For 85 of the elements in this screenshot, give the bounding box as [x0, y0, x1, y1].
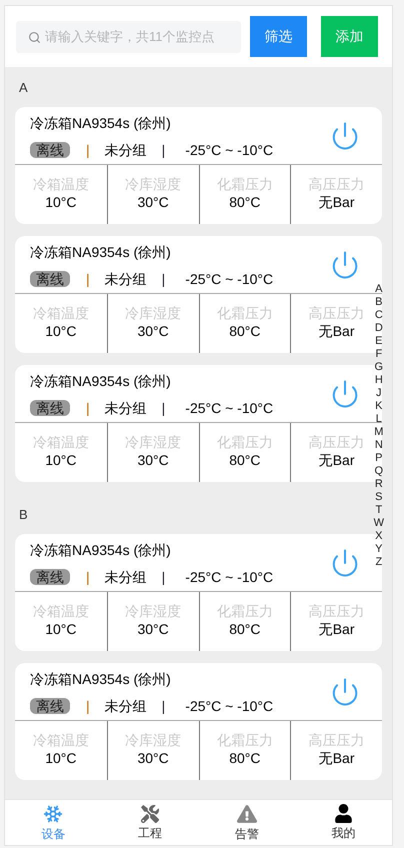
device-name: 冷冻箱NA9354s (徐州): [30, 541, 172, 560]
separator-mark: |: [86, 141, 90, 159]
index-letter[interactable]: H: [374, 374, 383, 387]
section-letter: A: [19, 79, 28, 98]
temperature-range: -25°C ~ -10°C: [185, 568, 274, 586]
metric-value: 10°C: [45, 749, 77, 767]
status-badge: 离线: [30, 400, 70, 416]
separator-mark: |: [162, 568, 166, 586]
snowflake-icon: [43, 804, 64, 824]
power-icon[interactable]: [330, 676, 360, 706]
index-letter[interactable]: P: [375, 452, 382, 465]
status-badge: 离线: [30, 569, 70, 585]
separator-mark: |: [86, 399, 90, 417]
user-icon: [334, 804, 354, 823]
index-letter[interactable]: W: [374, 517, 384, 530]
power-icon[interactable]: [330, 378, 360, 408]
separator-mark: |: [162, 697, 166, 715]
metric-value: 80°C: [229, 749, 261, 767]
power-icon[interactable]: [330, 548, 360, 578]
index-letter[interactable]: T: [375, 504, 382, 517]
metric-value: 30°C: [137, 451, 169, 469]
metric-value: 80°C: [229, 193, 261, 211]
metric-value: 无Bar: [318, 749, 355, 767]
index-letter[interactable]: E: [375, 335, 382, 348]
separator-mark: |: [86, 697, 90, 715]
search-field[interactable]: 请输入关键字，共11个监控点: [16, 20, 241, 52]
device-name: 冷冻箱NA9354s (徐州): [30, 670, 172, 689]
index-letter[interactable]: Z: [375, 556, 382, 569]
group-label: 未分组: [104, 399, 147, 417]
metric-value: 无Bar: [318, 193, 355, 211]
index-letter[interactable]: K: [375, 400, 382, 413]
nav-tab[interactable]: 我的: [295, 800, 392, 845]
index-letter[interactable]: B: [375, 296, 382, 309]
device-name: 冷冻箱NA9354s (徐州): [30, 372, 172, 391]
separator-mark: |: [162, 270, 166, 288]
temperature-range: -25°C ~ -10°C: [185, 270, 274, 288]
filter-button[interactable]: 筛选: [250, 16, 307, 57]
index-letter[interactable]: J: [376, 387, 382, 400]
group-label: 未分组: [104, 270, 147, 288]
group-label: 未分组: [104, 697, 147, 715]
group-label: 未分组: [104, 568, 147, 586]
metric-value: 10°C: [45, 451, 77, 469]
device-name: 冷冻箱NA9354s (徐州): [30, 243, 172, 262]
index-letter[interactable]: A: [375, 283, 382, 296]
separator-mark: |: [162, 141, 166, 159]
status-badge: 离线: [30, 698, 70, 714]
section-letter: B: [19, 506, 28, 524]
metric-value: 30°C: [137, 749, 169, 767]
search-icon: [28, 30, 41, 44]
metric-value: 10°C: [45, 620, 77, 638]
separator-mark: |: [162, 399, 166, 417]
metric-value: 30°C: [137, 193, 169, 211]
temperature-range: -25°C ~ -10°C: [185, 697, 274, 715]
metric-value: 10°C: [45, 193, 77, 211]
nav-tab[interactable]: 工程: [102, 800, 198, 845]
group-label: 未分组: [104, 141, 147, 159]
temperature-range: -25°C ~ -10°C: [185, 141, 274, 159]
separator-mark: |: [86, 270, 90, 288]
index-letter[interactable]: C: [374, 309, 383, 322]
index-letter[interactable]: M: [374, 426, 384, 439]
index-letter[interactable]: N: [374, 439, 383, 452]
status-badge: 离线: [30, 142, 70, 158]
warning-icon: [236, 804, 257, 824]
metric-value: 10°C: [45, 322, 77, 340]
index-letter[interactable]: L: [376, 413, 382, 426]
index-letter[interactable]: S: [375, 491, 382, 504]
metric-value: 30°C: [137, 322, 169, 340]
nav-tab[interactable]: 告警: [198, 800, 296, 845]
power-icon[interactable]: [330, 120, 360, 150]
index-letter[interactable]: Y: [375, 543, 382, 556]
metric-value: 无Bar: [318, 322, 355, 340]
metric-value: 80°C: [229, 620, 261, 638]
separator-mark: |: [86, 568, 90, 586]
metric-value: 无Bar: [318, 451, 355, 469]
index-letter[interactable]: D: [374, 322, 383, 335]
temperature-range: -25°C ~ -10°C: [185, 399, 274, 417]
metric-value: 80°C: [229, 322, 261, 340]
status-badge: 离线: [30, 271, 70, 287]
tools-icon: [141, 804, 160, 822]
index-letter[interactable]: Q: [374, 465, 384, 478]
metric-value: 无Bar: [318, 620, 355, 638]
power-icon[interactable]: [330, 250, 360, 280]
metric-value: 80°C: [229, 451, 261, 469]
metric-value: 30°C: [137, 620, 169, 638]
device-name: 冷冻箱NA9354s (徐州): [30, 114, 172, 133]
